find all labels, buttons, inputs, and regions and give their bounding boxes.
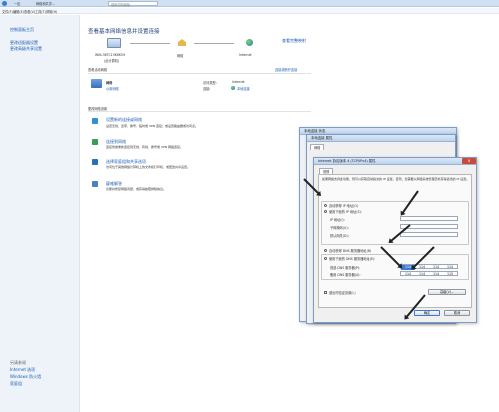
preferred-dns-label: 首选 DNS 服务器(P): xyxy=(330,266,361,270)
auto-ip-label: 自动获得 IP 地址(O) xyxy=(329,204,359,208)
see-also-firewall[interactable]: Windows 防火墙 xyxy=(10,374,41,380)
back-icon[interactable] xyxy=(2,1,7,6)
ip-address-label: IP 地址(I): xyxy=(330,218,345,222)
subnet-mask-label: 子网掩码(U): xyxy=(330,226,349,230)
see-also-internet-options[interactable]: Internet 选项 xyxy=(10,367,35,373)
ipv4-dialog-title: Internet 协议版本 4 (TCP/IPv4) 属性 xyxy=(314,158,476,165)
manual-dns-label: 使用下面的 DNS 服务器地址(E): xyxy=(329,257,376,261)
close-button[interactable]: x xyxy=(462,158,476,164)
see-also-heading: 另请参阅 xyxy=(10,360,26,365)
sidebar-item-sharing[interactable]: 更改高级共享设置 xyxy=(10,46,42,52)
network-icon xyxy=(178,39,186,46)
troubleshoot-icon xyxy=(92,181,98,187)
window-titlebar: 一区 网络和共享... 搜索控制面板 xyxy=(0,0,499,7)
alternate-dns-input[interactable]: 114 114 114 115 xyxy=(400,271,458,276)
menu-view[interactable]: 查看(V) xyxy=(24,9,35,14)
auto-dns-radio[interactable] xyxy=(324,249,327,252)
see-also-homegroup[interactable]: 家庭组 xyxy=(10,381,22,387)
task-new-connection[interactable]: 设置新的连接或网络 xyxy=(106,117,142,123)
divider xyxy=(88,111,311,112)
access-type-value: Internet xyxy=(232,80,245,84)
network-map-label: 网络 xyxy=(177,54,184,58)
sidebar: 控制面板主页 更改适配器设置 更改高级共享设置 另请参阅 Internet 选项… xyxy=(0,15,80,412)
sidebar-home-link[interactable]: 控制面板主页 xyxy=(10,27,34,33)
connect-disconnect-link[interactable]: 连接或断开连接 xyxy=(275,67,297,72)
tab-1[interactable]: 一区 xyxy=(14,1,20,6)
task-new-connection-desc: 设置无线、宽带、拨号、临时或 VPN 连接；或设置路由器或访问点。 xyxy=(106,124,199,128)
menu-tools[interactable]: 工具(T) xyxy=(35,9,46,14)
task-troubleshoot-desc: 诊断并修复网络问题，或获得故障排除信息。 xyxy=(106,187,167,191)
new-connection-icon xyxy=(92,118,98,124)
connect-network-icon xyxy=(92,139,98,145)
menu-edit[interactable]: 编辑(E) xyxy=(13,9,24,14)
task-homegroup-desc: 访问位于其他网络计算机上的文件和打印机，或更改共享设置。 xyxy=(106,165,191,169)
page-title: 查看基本网络信息并设置连接 xyxy=(88,29,160,35)
alternate-dns-octet: 115 xyxy=(446,272,454,276)
alternate-dns-octet: 114 xyxy=(418,272,426,276)
menu-file[interactable]: 文件(F) xyxy=(2,9,13,14)
local-connection-icon xyxy=(231,86,235,90)
alternate-dns-octet: 114 xyxy=(404,272,412,276)
properties-dialog-title: 本地连接 属性 xyxy=(307,135,455,142)
menu-help[interactable]: 帮助(H) xyxy=(46,9,57,14)
ipv4-dialog: Internet 协议版本 4 (TCP/IPv4) 属性 x 常规 如果网络支… xyxy=(313,157,477,323)
manual-ip-label: 使用下面的 IP 地址(S): xyxy=(329,210,362,214)
homegroup-icon xyxy=(92,159,98,165)
validate-label: 退出时验证设置(L) xyxy=(329,291,356,295)
local-connection-link[interactable]: 本地连接 xyxy=(237,86,250,91)
auto-dns-label: 自动获得 DNS 服务器地址(B) xyxy=(329,249,372,253)
gateway-input[interactable] xyxy=(400,232,458,237)
tab-network[interactable]: 网络 xyxy=(310,144,325,150)
dialog-description: 如果网络支持此功能，则可以获取自动指派的 IP 设置。否则，您需要从网络系统管理… xyxy=(322,177,470,181)
active-networks-header: 查看活动网络 xyxy=(88,68,108,72)
connections-label: 连接: xyxy=(203,87,211,91)
network-name: 网络 xyxy=(106,81,113,85)
tab-2[interactable]: 网络和共享... xyxy=(36,1,55,6)
task-connect-network-desc: 连接到或重新连接到无线、有线、拨号或 VPN 网络连接。 xyxy=(106,145,184,149)
internet-map-label: Internet xyxy=(239,53,252,57)
gateway-label: 默认网关(D): xyxy=(330,234,349,238)
alternate-dns-label: 备用 DNS 服务器(A): xyxy=(330,273,361,277)
auto-ip-radio[interactable] xyxy=(324,204,327,207)
preferred-dns-octet: 114 xyxy=(446,265,454,269)
preferred-dns-octet: 114 xyxy=(418,265,426,269)
computer-name: WIN-36TC13K6K59 xyxy=(95,53,125,57)
internet-globe-icon xyxy=(246,39,253,46)
access-type-label: 访问类型: xyxy=(203,81,217,85)
manual-ip-radio[interactable] xyxy=(324,210,327,213)
preferred-dns-octet: 114 xyxy=(432,265,440,269)
menu-bar: 文件(F) 编辑(E) 查看(V) 工具(T) 帮助(H) xyxy=(0,8,499,14)
validate-checkbox[interactable] xyxy=(324,291,327,294)
computer-sub: (此计算机) xyxy=(104,59,120,63)
connector-line-2 xyxy=(194,43,234,44)
divider xyxy=(88,73,311,74)
cancel-button[interactable]: 取消 xyxy=(444,310,470,316)
full-map-link[interactable]: 查看完整映射 xyxy=(282,38,306,44)
connector-line-1 xyxy=(130,43,170,44)
ip-address-input[interactable] xyxy=(400,216,458,221)
computer-icon xyxy=(107,38,121,48)
advanced-button[interactable]: 高级(V)... xyxy=(428,289,466,295)
network-bench-icon xyxy=(91,79,102,88)
alternate-dns-octet: 114 xyxy=(432,272,440,276)
network-type-link[interactable]: 公用网络 xyxy=(106,86,119,91)
ok-button[interactable]: 确定 xyxy=(414,310,440,316)
manual-dns-radio[interactable] xyxy=(324,257,327,260)
search-box[interactable]: 搜索控制面板 xyxy=(108,1,158,7)
